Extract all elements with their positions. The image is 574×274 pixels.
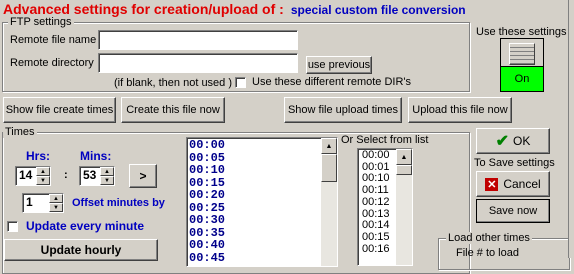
minutes-up-arrow-icon[interactable]: ▲ [100, 167, 114, 176]
load-other-times-label: Load other times [446, 232, 532, 244]
different-dirs-label: Use these different remote DIR's [252, 76, 412, 88]
remote-file-label: Remote file name [10, 34, 97, 46]
hours-spinner[interactable]: ▲ ▼ [36, 167, 50, 185]
offset-down-arrow-icon[interactable]: ▼ [49, 203, 63, 212]
use-settings-label: Use these settings [476, 26, 567, 38]
offset-up-arrow-icon[interactable]: ▲ [49, 194, 63, 203]
select-list-scroll-thumb[interactable] [396, 165, 412, 175]
minutes-spinner[interactable]: ▲ ▼ [100, 167, 114, 185]
hours-down-arrow-icon[interactable]: ▼ [36, 176, 50, 185]
ftp-settings-group-label: FTP settings [8, 16, 74, 28]
times-list-scrollbar[interactable]: ▲ [321, 138, 337, 266]
upload-file-now-label: Upload this file now [412, 104, 508, 116]
create-file-now-label: Create this file now [126, 104, 220, 116]
mins-label: Mins: [80, 149, 112, 163]
offset-label: Offset minutes by [72, 197, 165, 209]
update-hourly-label: Update hourly [40, 243, 122, 257]
cancel-button[interactable]: ✕ Cancel [476, 171, 550, 197]
remote-dir-label: Remote directory [10, 57, 94, 69]
offset-value: 1 [26, 195, 33, 209]
select-from-list-label: Or Select from list [341, 134, 429, 146]
scroll-up-arrow-icon[interactable]: ▲ [321, 138, 337, 154]
header-title-suffix: special custom file conversion [290, 3, 466, 17]
remote-file-input[interactable] [98, 30, 298, 50]
select-list-scrollbar[interactable]: ▲ [396, 149, 412, 265]
time-list-item[interactable]: 00:20 [189, 189, 335, 202]
ok-button[interactable]: ✔ OK [476, 128, 550, 154]
time-colon: : [64, 169, 68, 181]
time-list-item[interactable]: 00:10 [189, 164, 335, 177]
times-list[interactable]: 00:00 00:05 00:10 00:15 00:20 00:25 00:30 00:35… [186, 137, 338, 267]
cancel-x-icon: ✕ [485, 177, 499, 191]
minutes-down-arrow-icon[interactable]: ▼ [100, 176, 114, 185]
time-list-item[interactable]: 00:00 [189, 139, 335, 152]
save-now-button[interactable]: Save now [476, 199, 550, 223]
go-button-label: > [139, 169, 147, 183]
offset-spinner[interactable]: ▲ ▼ [49, 194, 63, 212]
to-save-label: To Save settings [474, 157, 555, 169]
use-previous-button[interactable]: use previous [306, 56, 372, 74]
hrs-label: Hrs: [26, 149, 51, 163]
update-every-minute-label: Update every minute [26, 219, 145, 233]
update-every-minute-checkbox[interactable] [7, 221, 18, 232]
toggle-on-indicator: On [501, 66, 543, 91]
show-create-times-button[interactable]: Show file create times [3, 97, 116, 123]
check-icon: ✔ [495, 133, 510, 150]
header-title: Advanced settings for creation/upload of… [3, 1, 466, 17]
toggle-switch-icon [509, 43, 535, 65]
toggle-on-label: On [514, 73, 530, 85]
times-list-scroll-thumb[interactable] [321, 154, 337, 182]
create-file-now-button[interactable]: Create this file now [121, 97, 225, 123]
different-dirs-checkbox[interactable] [235, 77, 246, 88]
show-create-times-label: Show file create times [5, 104, 114, 116]
time-list-item[interactable]: 00:40 [189, 239, 335, 252]
go-button[interactable]: > [129, 164, 157, 188]
save-now-label: Save now [488, 205, 538, 217]
times-group-label: Times [3, 126, 37, 138]
hours-up-arrow-icon[interactable]: ▲ [36, 167, 50, 176]
hours-value: 14 [19, 168, 33, 182]
select-scroll-up-arrow-icon[interactable]: ▲ [396, 149, 412, 165]
show-upload-times-button[interactable]: Show file upload times [284, 97, 402, 123]
file-to-load-label: File # to load [456, 247, 519, 259]
blank-note: (if blank, then not used ) [114, 77, 233, 89]
time-list-item[interactable]: 00:30 [189, 214, 335, 227]
upload-file-now-button[interactable]: Upload this file now [408, 97, 512, 123]
use-previous-label: use previous [307, 59, 371, 71]
select-from-list[interactable]: 00:00 00:01 00:10 00:11 00:12 00:13 00:14 00:15… [357, 148, 413, 266]
use-settings-toggle[interactable]: On [500, 38, 544, 92]
ok-label: OK [513, 134, 531, 148]
window-right-edge [568, 0, 574, 258]
show-upload-times-label: Show file upload times [287, 104, 399, 116]
cancel-label: Cancel [503, 177, 541, 191]
minutes-value: 53 [83, 168, 97, 182]
remote-dir-input[interactable] [98, 53, 298, 73]
header-title-prefix: Advanced settings for creation/upload of… [3, 1, 284, 17]
